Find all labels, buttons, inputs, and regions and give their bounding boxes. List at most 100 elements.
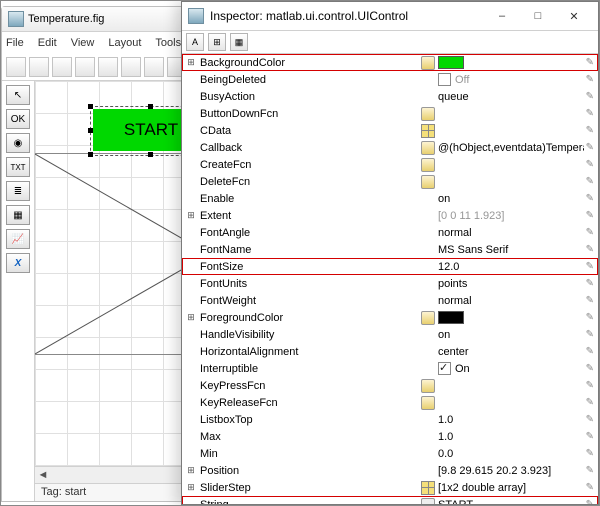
sel-handle[interactable] — [148, 104, 153, 109]
property-row[interactable]: DeleteFcn✎ — [182, 173, 598, 190]
pencil-icon[interactable]: ✎ — [586, 295, 594, 306]
property-editor-icon[interactable] — [420, 175, 436, 189]
toolbar-save-button[interactable] — [52, 57, 72, 77]
menu-layout[interactable]: Layout — [108, 37, 141, 49]
property-row[interactable]: FontAnglenormal✎ — [182, 224, 598, 241]
toolbar-open-button[interactable] — [29, 57, 49, 77]
property-row[interactable]: CData✎ — [182, 122, 598, 139]
property-editor-icon[interactable] — [420, 124, 436, 138]
menu-edit[interactable]: Edit — [38, 37, 57, 49]
property-editor-icon[interactable] — [420, 481, 436, 495]
sel-handle[interactable] — [148, 152, 153, 157]
pencil-icon[interactable]: ✎ — [586, 142, 594, 153]
property-row[interactable]: HandleVisibilityon✎ — [182, 326, 598, 343]
pencil-icon[interactable]: ✎ — [586, 397, 594, 408]
sel-handle[interactable] — [88, 104, 93, 109]
property-row[interactable]: FontWeightnormal✎ — [182, 292, 598, 309]
palette-activex[interactable]: X — [6, 253, 30, 273]
property-row[interactable]: BusyActionqueue✎ — [182, 88, 598, 105]
scroll-left-icon[interactable]: ◄ — [35, 467, 51, 483]
property-value[interactable]: @(hObject,eventdata)Temperature('start_.… — [438, 142, 584, 154]
pencil-icon[interactable]: ✎ — [586, 91, 594, 102]
toolbar-cut-button[interactable] — [75, 57, 95, 77]
pencil-icon[interactable]: ✎ — [586, 125, 594, 136]
palette-select-tool[interactable]: ↖ — [6, 85, 30, 105]
property-value[interactable]: Off — [438, 73, 584, 86]
property-value[interactable]: center — [438, 346, 584, 358]
pencil-icon[interactable]: ✎ — [586, 57, 594, 68]
property-value[interactable]: 1.0 — [438, 414, 584, 426]
palette-edit[interactable]: TXT — [6, 157, 30, 177]
property-row[interactable]: FontUnitspoints✎ — [182, 275, 598, 292]
window-close-button[interactable]: ✕ — [556, 5, 592, 27]
property-value[interactable] — [438, 311, 584, 324]
property-value[interactable]: [9.8 29.615 20.2 3.923] — [438, 465, 584, 477]
expand-icon[interactable]: ⊞ — [186, 482, 196, 493]
checkbox-icon[interactable] — [438, 362, 451, 375]
menu-tools[interactable]: Tools — [155, 37, 181, 49]
property-value[interactable]: normal — [438, 227, 584, 239]
property-list[interactable]: ⊞BackgroundColor✎BeingDeletedOff✎BusyAct… — [182, 54, 598, 504]
property-value[interactable]: queue — [438, 91, 584, 103]
property-value[interactable]: 12.0 — [438, 261, 584, 273]
property-editor-icon[interactable] — [420, 158, 436, 172]
pencil-icon[interactable]: ✎ — [586, 261, 594, 272]
property-row[interactable]: FontNameMS Sans Serif✎ — [182, 241, 598, 258]
property-row[interactable]: KeyReleaseFcn✎ — [182, 394, 598, 411]
expand-icon[interactable]: ⊞ — [186, 210, 196, 221]
pencil-icon[interactable]: ✎ — [586, 448, 594, 459]
property-value[interactable]: START — [438, 499, 584, 505]
color-swatch[interactable] — [438, 311, 464, 324]
palette-table[interactable]: ▦ — [6, 205, 30, 225]
toolbar-copy-button[interactable] — [98, 57, 118, 77]
property-row[interactable]: Min0.0✎ — [182, 445, 598, 462]
property-editor-icon[interactable] — [420, 396, 436, 410]
inspector-sort-button[interactable]: A — [186, 33, 204, 51]
palette-pushbutton[interactable]: OK — [6, 109, 30, 129]
pencil-icon[interactable]: ✎ — [586, 499, 594, 504]
checkbox-icon[interactable] — [438, 73, 451, 86]
property-value[interactable]: on — [438, 193, 584, 205]
property-value[interactable]: MS Sans Serif — [438, 244, 584, 256]
color-swatch[interactable] — [438, 56, 464, 69]
property-value[interactable]: [0 0 11 1.923] — [438, 210, 584, 222]
inspector-grid-button[interactable]: ▦ — [230, 33, 248, 51]
sel-handle[interactable] — [88, 152, 93, 157]
property-row[interactable]: ⊞Extent[0 0 11 1.923]✎ — [182, 207, 598, 224]
expand-icon[interactable]: ⊞ — [186, 57, 196, 68]
expand-icon[interactable]: ⊞ — [186, 465, 196, 476]
toolbar-new-button[interactable] — [6, 57, 26, 77]
property-row[interactable]: ButtonDownFcn✎ — [182, 105, 598, 122]
pencil-icon[interactable]: ✎ — [586, 176, 594, 187]
property-value[interactable]: on — [438, 329, 584, 341]
property-editor-icon[interactable] — [420, 311, 436, 325]
toolbar-paste-button[interactable] — [121, 57, 141, 77]
property-editor-icon[interactable] — [420, 379, 436, 393]
property-value[interactable]: 0.0 — [438, 448, 584, 460]
property-row[interactable]: ⊞SliderStep[1x2 double array]✎ — [182, 479, 598, 496]
pencil-icon[interactable]: ✎ — [586, 193, 594, 204]
property-row[interactable]: InterruptibleOn✎ — [182, 360, 598, 377]
property-editor-icon[interactable] — [420, 107, 436, 121]
palette-axes[interactable]: 📈 — [6, 229, 30, 249]
pencil-icon[interactable]: ✎ — [586, 465, 594, 476]
pencil-icon[interactable]: ✎ — [586, 431, 594, 442]
pencil-icon[interactable]: ✎ — [586, 227, 594, 238]
property-row[interactable]: ⊞BackgroundColor✎ — [182, 54, 598, 71]
property-row[interactable]: KeyPressFcn✎ — [182, 377, 598, 394]
inspector-tree-button[interactable]: ⊞ — [208, 33, 226, 51]
property-row[interactable]: BeingDeletedOff✎ — [182, 71, 598, 88]
inspector-titlebar[interactable]: Inspector: matlab.ui.control.UIControl –… — [182, 2, 598, 31]
pencil-icon[interactable]: ✎ — [586, 159, 594, 170]
property-row[interactable]: ⊞ForegroundColor✎ — [182, 309, 598, 326]
property-row[interactable]: ListboxTop1.0✎ — [182, 411, 598, 428]
property-value[interactable]: 1.0 — [438, 431, 584, 443]
pencil-icon[interactable]: ✎ — [586, 380, 594, 391]
window-maximize-button[interactable]: □ — [520, 5, 556, 27]
pencil-icon[interactable]: ✎ — [586, 482, 594, 493]
pencil-icon[interactable]: ✎ — [586, 74, 594, 85]
property-editor-icon[interactable] — [420, 56, 436, 70]
pencil-icon[interactable]: ✎ — [586, 414, 594, 425]
pencil-icon[interactable]: ✎ — [586, 278, 594, 289]
pencil-icon[interactable]: ✎ — [586, 312, 594, 323]
